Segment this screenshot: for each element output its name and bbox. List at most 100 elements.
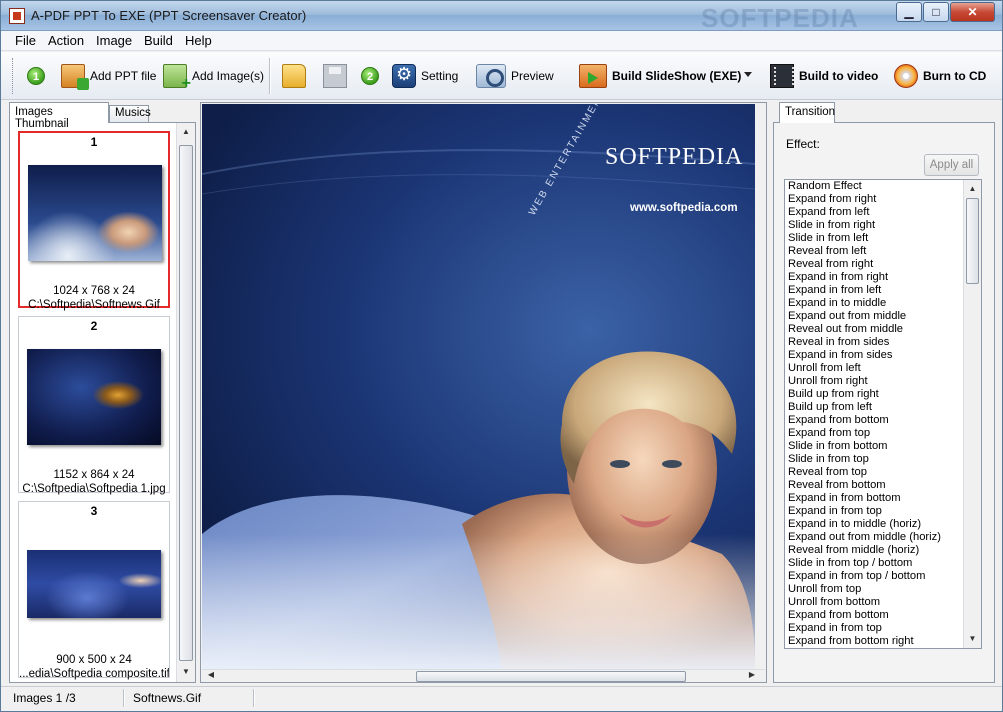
- effect-item[interactable]: Reveal out from middle: [785, 323, 981, 336]
- effect-item[interactable]: Reveal from left: [785, 245, 981, 258]
- thumbnail-image: [27, 349, 161, 445]
- effect-scroll-down-arrow[interactable]: ▼: [964, 634, 981, 643]
- effect-item[interactable]: Expand in from left: [785, 284, 981, 297]
- effect-item[interactable]: Build up from right: [785, 388, 981, 401]
- step-2-badge: 2: [361, 60, 379, 92]
- step-1-badge: 1: [27, 60, 45, 92]
- thumbnail-card[interactable]: 3 900 x 500 x 24 ...edia\Softpedia compo…: [18, 501, 170, 680]
- effect-item[interactable]: Slide in from top: [785, 453, 981, 466]
- thumbnail-scrollbar[interactable]: ▲ ▼: [176, 123, 195, 682]
- effect-item[interactable]: Slide in from top / bottom: [785, 557, 981, 570]
- preview-button[interactable]: Preview: [476, 60, 554, 92]
- effect-item[interactable]: Slide in from right: [785, 219, 981, 232]
- effect-item[interactable]: Expand in to middle: [785, 297, 981, 310]
- build-slideshow-button[interactable]: Build SlideShow (EXE): [579, 60, 741, 92]
- effect-item[interactable]: Reveal from bottom: [785, 479, 981, 492]
- build-dropdown-arrow[interactable]: [744, 72, 752, 77]
- minimize-button[interactable]: ▁: [896, 2, 922, 22]
- close-button[interactable]: ✕: [950, 2, 995, 22]
- effect-item[interactable]: Expand out from middle (horiz): [785, 531, 981, 544]
- film-icon: [770, 64, 794, 88]
- apply-all-button[interactable]: Apply all: [924, 154, 979, 176]
- effect-item[interactable]: Reveal from top: [785, 466, 981, 479]
- scroll-up-arrow[interactable]: ▲: [177, 127, 195, 136]
- preview-image: SOFTPEDIA www.softpedia.com WEB ENTERTAI…: [202, 104, 755, 669]
- open-folder-icon: [282, 64, 306, 88]
- menu-build[interactable]: Build: [144, 33, 173, 48]
- effect-scrollbar-thumb[interactable]: [966, 198, 979, 284]
- effect-item[interactable]: Unroll from top: [785, 583, 981, 596]
- maximize-button[interactable]: □: [923, 2, 949, 22]
- effect-item[interactable]: Unroll from left: [785, 362, 981, 375]
- tab-images-thumbnail[interactable]: Images Thumbnail: [9, 102, 109, 130]
- menu-image[interactable]: Image: [96, 33, 132, 48]
- horizontal-scrollbar-thumb[interactable]: [416, 671, 686, 682]
- app-window: A-PDF PPT To EXE (PPT Screensaver Creato…: [0, 0, 1003, 712]
- effect-item[interactable]: Expand from left: [785, 206, 981, 219]
- effect-item[interactable]: Random Effect: [785, 180, 981, 193]
- thumbnail-path: C:\Softpedia\Softpedia 1.jpg: [22, 483, 166, 495]
- menu-action[interactable]: Action: [48, 33, 84, 48]
- app-icon[interactable]: [9, 8, 25, 24]
- effect-item[interactable]: Expand from right: [785, 193, 981, 206]
- effect-item[interactable]: Expand in from right: [785, 271, 981, 284]
- open-button[interactable]: [282, 60, 306, 92]
- setting-button[interactable]: Setting: [392, 60, 458, 92]
- menu-file[interactable]: File: [15, 33, 36, 48]
- effect-item[interactable]: Expand in to middle (horiz): [785, 518, 981, 531]
- status-separator: [253, 689, 255, 707]
- effect-item[interactable]: Slide in from bottom: [785, 440, 981, 453]
- scroll-right-arrow[interactable]: ▶: [747, 670, 757, 679]
- effect-item[interactable]: Expand from bottom: [785, 414, 981, 427]
- preview-label: Preview: [511, 69, 554, 83]
- save-button[interactable]: [323, 60, 347, 92]
- burn-cd-button[interactable]: Burn to CD: [894, 60, 986, 92]
- tab-musics[interactable]: Musics: [109, 105, 151, 122]
- preview-artwork: [202, 149, 755, 669]
- status-file-name: Softnews.Gif: [133, 691, 202, 705]
- add-ppt-label: Add PPT file: [90, 69, 157, 83]
- thumbnail-path: ...edia\Softpedia composite.tif: [19, 668, 169, 680]
- effect-item[interactable]: Expand in from bottom: [785, 492, 981, 505]
- title-bar[interactable]: A-PDF PPT To EXE (PPT Screensaver Creato…: [1, 1, 1002, 33]
- toolbar-separator: [269, 58, 271, 94]
- effect-item[interactable]: Expand in from top / bottom: [785, 570, 981, 583]
- effect-item[interactable]: Expand in from sides: [785, 349, 981, 362]
- effect-list-scrollbar[interactable]: ▲ ▼: [963, 180, 981, 648]
- effect-item[interactable]: Reveal in from sides: [785, 336, 981, 349]
- effect-item[interactable]: Unroll from bottom: [785, 596, 981, 609]
- effect-scroll-up-arrow[interactable]: ▲: [964, 184, 981, 193]
- menu-help[interactable]: Help: [185, 33, 212, 48]
- scroll-down-arrow[interactable]: ▼: [177, 667, 195, 676]
- thumbnail-card[interactable]: 1 1024 x 768 x 24 C:\Softpedia\Softnews.…: [18, 131, 170, 311]
- thumbnail-list[interactable]: 1 1024 x 768 x 24 C:\Softpedia\Softnews.…: [9, 122, 196, 683]
- effect-item[interactable]: Reveal from right: [785, 258, 981, 271]
- build-video-button[interactable]: Build to video: [770, 60, 878, 92]
- step-1-icon: 1: [27, 67, 45, 85]
- scroll-left-arrow[interactable]: ◀: [206, 670, 216, 679]
- effect-item[interactable]: Expand from bottom right: [785, 635, 981, 648]
- thumbnail-card[interactable]: 2 1152 x 864 x 24 C:\Softpedia\Softpedia…: [18, 316, 170, 495]
- effect-item[interactable]: Slide in from left: [785, 232, 981, 245]
- thumbnail-number: 2: [90, 319, 98, 333]
- title-watermark: SOFTPEDIA: [701, 3, 859, 33]
- effect-item[interactable]: Expand from bottom: [785, 609, 981, 622]
- effect-item[interactable]: Expand from top: [785, 427, 981, 440]
- effect-item[interactable]: Expand in from top: [785, 622, 981, 635]
- add-ppt-button[interactable]: Add PPT file: [61, 60, 156, 92]
- effect-item[interactable]: Unroll from right: [785, 375, 981, 388]
- thumbnail-dimensions: 1152 x 864 x 24: [53, 469, 135, 481]
- effect-list[interactable]: Random Effect Expand from right Expand fro…: [784, 179, 982, 649]
- preview-horizontal-scrollbar[interactable]: ◀ ▶: [202, 669, 765, 682]
- transition-panel: Transition Effect: Apply all Random Effe…: [773, 102, 995, 683]
- thumbnail-path: C:\Softpedia\Softnews.Gif: [28, 299, 160, 311]
- effect-item[interactable]: Expand out from middle: [785, 310, 981, 323]
- effect-item[interactable]: Reveal from middle (horiz): [785, 544, 981, 557]
- thumbnail-dimensions: 1024 x 768 x 24: [53, 285, 135, 297]
- scrollbar-thumb[interactable]: [179, 145, 193, 661]
- effect-item[interactable]: Build up from left: [785, 401, 981, 414]
- tab-transition[interactable]: Transition: [779, 102, 835, 123]
- effect-item[interactable]: Expand in from top: [785, 505, 981, 518]
- add-image-button[interactable]: Add Image(s): [163, 60, 264, 93]
- toolbar-grip[interactable]: [12, 58, 15, 94]
